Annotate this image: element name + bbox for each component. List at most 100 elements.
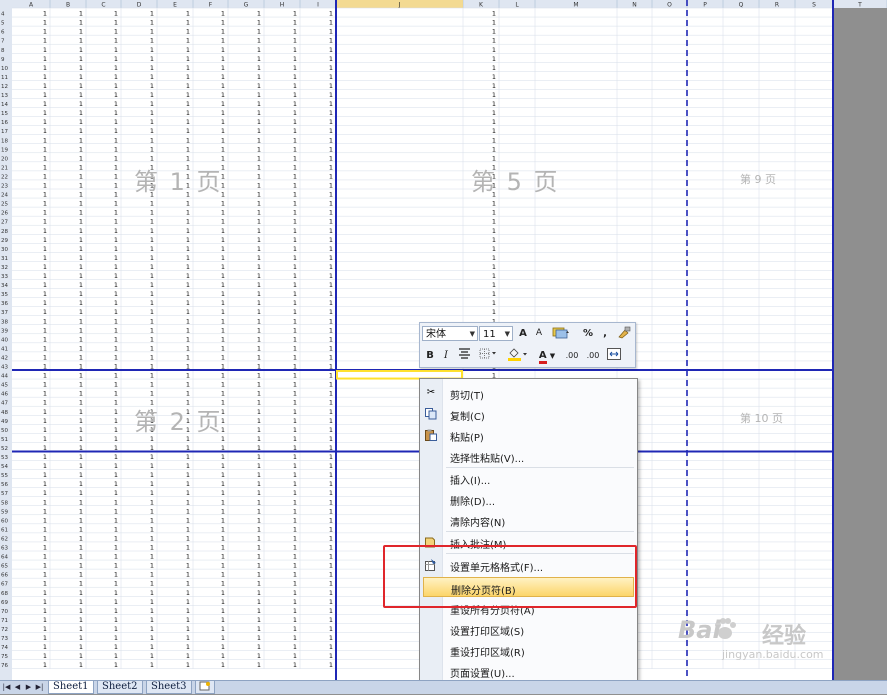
cell-value[interactable]: 1 bbox=[329, 91, 333, 99]
cell-value[interactable]: 1 bbox=[79, 28, 83, 36]
cell-value[interactable]: 1 bbox=[186, 209, 190, 217]
cell-value[interactable]: 1 bbox=[43, 661, 47, 669]
cell-value[interactable]: 1 bbox=[329, 399, 333, 407]
cell-value[interactable]: 1 bbox=[293, 172, 297, 180]
cell-value[interactable]: 1 bbox=[114, 299, 118, 307]
row-header-42[interactable]: 42 bbox=[1, 355, 8, 361]
cell-value[interactable]: 1 bbox=[221, 236, 225, 244]
column-header-E[interactable]: E bbox=[173, 2, 177, 9]
cell-value[interactable]: 1 bbox=[329, 525, 333, 533]
cell-value[interactable]: 1 bbox=[293, 281, 297, 289]
accounting-format-button[interactable] bbox=[551, 326, 571, 341]
cell-value[interactable]: 1 bbox=[79, 435, 83, 443]
shrink-font-button[interactable]: A bbox=[533, 326, 545, 341]
cell-value[interactable]: 1 bbox=[329, 254, 333, 262]
cell-value[interactable]: 1 bbox=[329, 598, 333, 606]
cell-value[interactable]: 1 bbox=[79, 182, 83, 190]
cell-value[interactable]: 1 bbox=[114, 46, 118, 54]
cell-value[interactable]: 1 bbox=[186, 37, 190, 45]
cell-value[interactable]: 1 bbox=[186, 73, 190, 81]
cell-value[interactable]: 1 bbox=[257, 154, 261, 162]
cell-value[interactable]: 1 bbox=[186, 643, 190, 651]
cell-value[interactable]: 1 bbox=[293, 417, 297, 425]
cell-value[interactable]: 1 bbox=[186, 127, 190, 135]
cell-value[interactable]: 1 bbox=[186, 263, 190, 271]
cell-value[interactable]: 1 bbox=[329, 37, 333, 45]
row-header-62[interactable]: 62 bbox=[1, 536, 8, 542]
cell-value[interactable]: 1 bbox=[43, 281, 47, 289]
cell-value[interactable]: 1 bbox=[221, 471, 225, 479]
cell-value[interactable]: 1 bbox=[186, 55, 190, 63]
cell-value[interactable]: 1 bbox=[257, 589, 261, 597]
cell-value[interactable]: 1 bbox=[492, 290, 496, 298]
row-header-71[interactable]: 71 bbox=[1, 618, 8, 624]
cell-value[interactable]: 1 bbox=[114, 534, 118, 542]
cell-value[interactable]: 1 bbox=[257, 372, 261, 380]
cell-value[interactable]: 1 bbox=[492, 127, 496, 135]
cell-value[interactable]: 1 bbox=[114, 154, 118, 162]
row-header-39[interactable]: 39 bbox=[1, 328, 8, 334]
cell-value[interactable]: 1 bbox=[329, 390, 333, 398]
cell-value[interactable]: 1 bbox=[329, 227, 333, 235]
cell-value[interactable]: 1 bbox=[79, 634, 83, 642]
cell-value[interactable]: 1 bbox=[293, 381, 297, 389]
cell-value[interactable]: 1 bbox=[114, 182, 118, 190]
cell-value[interactable]: 1 bbox=[114, 19, 118, 27]
cell-value[interactable]: 1 bbox=[221, 281, 225, 289]
row-header-26[interactable]: 26 bbox=[1, 211, 8, 217]
row-header-36[interactable]: 36 bbox=[1, 301, 8, 307]
cell-value[interactable]: 1 bbox=[221, 299, 225, 307]
cell-value[interactable]: 1 bbox=[79, 209, 83, 217]
row-header-70[interactable]: 70 bbox=[1, 609, 8, 615]
cell-value[interactable]: 1 bbox=[492, 209, 496, 217]
cell-value[interactable]: 1 bbox=[114, 64, 118, 72]
cell-value[interactable]: 1 bbox=[114, 218, 118, 226]
cell-value[interactable]: 1 bbox=[329, 209, 333, 217]
cell-value[interactable]: 1 bbox=[293, 643, 297, 651]
cell-value[interactable]: 1 bbox=[43, 154, 47, 162]
cell-value[interactable]: 1 bbox=[257, 163, 261, 171]
cell-value[interactable]: 1 bbox=[257, 55, 261, 63]
cell-value[interactable]: 1 bbox=[221, 480, 225, 488]
row-header-35[interactable]: 35 bbox=[1, 292, 8, 298]
cell-value[interactable]: 1 bbox=[186, 64, 190, 72]
cell-value[interactable]: 1 bbox=[329, 109, 333, 117]
cell-value[interactable]: 1 bbox=[114, 245, 118, 253]
cell-value[interactable]: 1 bbox=[293, 489, 297, 497]
cell-value[interactable]: 1 bbox=[150, 544, 154, 552]
cell-value[interactable]: 1 bbox=[221, 625, 225, 633]
cell-value[interactable]: 1 bbox=[43, 652, 47, 660]
cell-value[interactable]: 1 bbox=[221, 263, 225, 271]
cell-value[interactable]: 1 bbox=[257, 218, 261, 226]
menu-item-copy[interactable]: 复制(C) bbox=[420, 404, 637, 424]
cell-value[interactable]: 1 bbox=[492, 64, 496, 72]
cell-value[interactable]: 1 bbox=[79, 553, 83, 561]
cell-value[interactable]: 1 bbox=[150, 218, 154, 226]
cell-value[interactable]: 1 bbox=[329, 28, 333, 36]
cell-value[interactable]: 1 bbox=[492, 254, 496, 262]
cell-value[interactable]: 1 bbox=[221, 200, 225, 208]
cell-value[interactable]: 1 bbox=[43, 37, 47, 45]
cell-value[interactable]: 1 bbox=[257, 10, 261, 18]
cell-value[interactable]: 1 bbox=[257, 118, 261, 126]
cell-value[interactable]: 1 bbox=[257, 525, 261, 533]
column-header-B[interactable]: B bbox=[66, 2, 70, 9]
cell-value[interactable]: 1 bbox=[114, 462, 118, 470]
cell-value[interactable]: 1 bbox=[43, 625, 47, 633]
cell-value[interactable]: 1 bbox=[79, 163, 83, 171]
cell-value[interactable]: 1 bbox=[257, 82, 261, 90]
cell-value[interactable]: 1 bbox=[43, 571, 47, 579]
cell-value[interactable]: 1 bbox=[43, 353, 47, 361]
row-header-14[interactable]: 14 bbox=[1, 102, 8, 108]
cell-value[interactable]: 1 bbox=[329, 435, 333, 443]
cell-value[interactable]: 1 bbox=[293, 109, 297, 117]
cell-value[interactable]: 1 bbox=[293, 625, 297, 633]
cell-value[interactable]: 1 bbox=[492, 136, 496, 144]
row-header-28[interactable]: 28 bbox=[1, 229, 8, 235]
cell-value[interactable]: 1 bbox=[221, 91, 225, 99]
cell-value[interactable]: 1 bbox=[114, 372, 118, 380]
cell-value[interactable]: 1 bbox=[329, 10, 333, 18]
cell-value[interactable]: 1 bbox=[329, 643, 333, 651]
cell-value[interactable]: 1 bbox=[114, 643, 118, 651]
row-header-18[interactable]: 18 bbox=[1, 138, 8, 144]
